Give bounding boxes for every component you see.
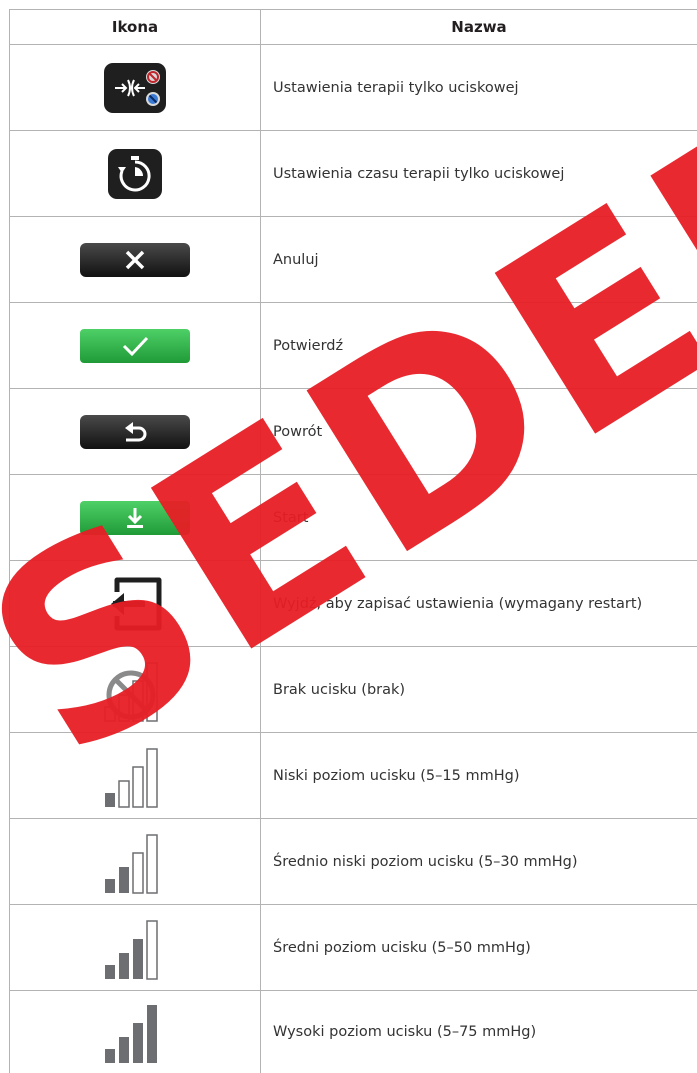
no-compression-icon [101,655,169,725]
table-row: Wyjdź, aby zapisać ustawienia (wymagany … [10,561,697,647]
table-row: Powrót [10,389,697,475]
row-label: Niski poziom ucisku (5–15 mmHg) [261,733,697,819]
table-row: Brak ucisku (brak) [10,647,697,733]
row-label: Start [261,475,697,561]
icon-cell [10,303,261,389]
table-row: Ustawienia czasu terapii tylko uciskowej [10,131,697,217]
table-header: Ikona Nazwa [10,10,697,45]
row-label: Brak ucisku (brak) [261,647,697,733]
icon-cell [10,905,261,991]
table-row: Potwierdź [10,303,697,389]
row-label: Średnio niski poziom ucisku (5–30 mmHg) [261,819,697,905]
icon-cell [10,647,261,733]
row-label: Wysoki poziom ucisku (5–75 mmHg) [261,991,697,1073]
column-header-name: Nazwa [261,10,697,45]
row-label: Ustawienia czasu terapii tylko uciskowej [261,131,697,217]
icon-cell [10,733,261,819]
table-row: Średnio niski poziom ucisku (5–30 mmHg) [10,819,697,905]
row-label: Wyjdź, aby zapisać ustawienia (wymagany … [261,561,697,647]
row-label: Potwierdź [261,303,697,389]
exit-save-icon [107,576,163,632]
table-row: Niski poziom ucisku (5–15 mmHg) [10,733,697,819]
icon-cell [10,819,261,905]
icon-cell [10,991,261,1073]
compression-therapy-settings-icon [103,62,167,114]
icon-cell [10,561,261,647]
confirm-check-icon [79,328,191,364]
row-label: Średni poziom ucisku (5–50 mmHg) [261,905,697,991]
icon-cell [10,45,261,131]
icon-cell [10,131,261,217]
compression-level-4-icon [101,997,169,1067]
table-row: Anuluj [10,217,697,303]
cancel-x-icon [79,242,191,278]
icon-table: Ikona Nazwa Ustawienia terapii tylko uci… [9,9,697,1073]
compression-timer-settings-icon [107,148,163,200]
table-row: Ustawienia terapii tylko uciskowej [10,45,697,131]
compression-level-2-icon [101,827,169,897]
start-download-icon [79,500,191,536]
table-row: Start [10,475,697,561]
row-label: Powrót [261,389,697,475]
column-header-icon: Ikona [10,10,261,45]
back-arrow-icon [79,414,191,450]
row-label: Anuluj [261,217,697,303]
icon-cell [10,217,261,303]
table-row: Wysoki poziom ucisku (5–75 mmHg) [10,991,697,1073]
icon-cell [10,389,261,475]
compression-level-3-icon [101,913,169,983]
icon-cell [10,475,261,561]
compression-level-1-icon [101,741,169,811]
table-row: Średni poziom ucisku (5–50 mmHg) [10,905,697,991]
row-label: Ustawienia terapii tylko uciskowej [261,45,697,131]
